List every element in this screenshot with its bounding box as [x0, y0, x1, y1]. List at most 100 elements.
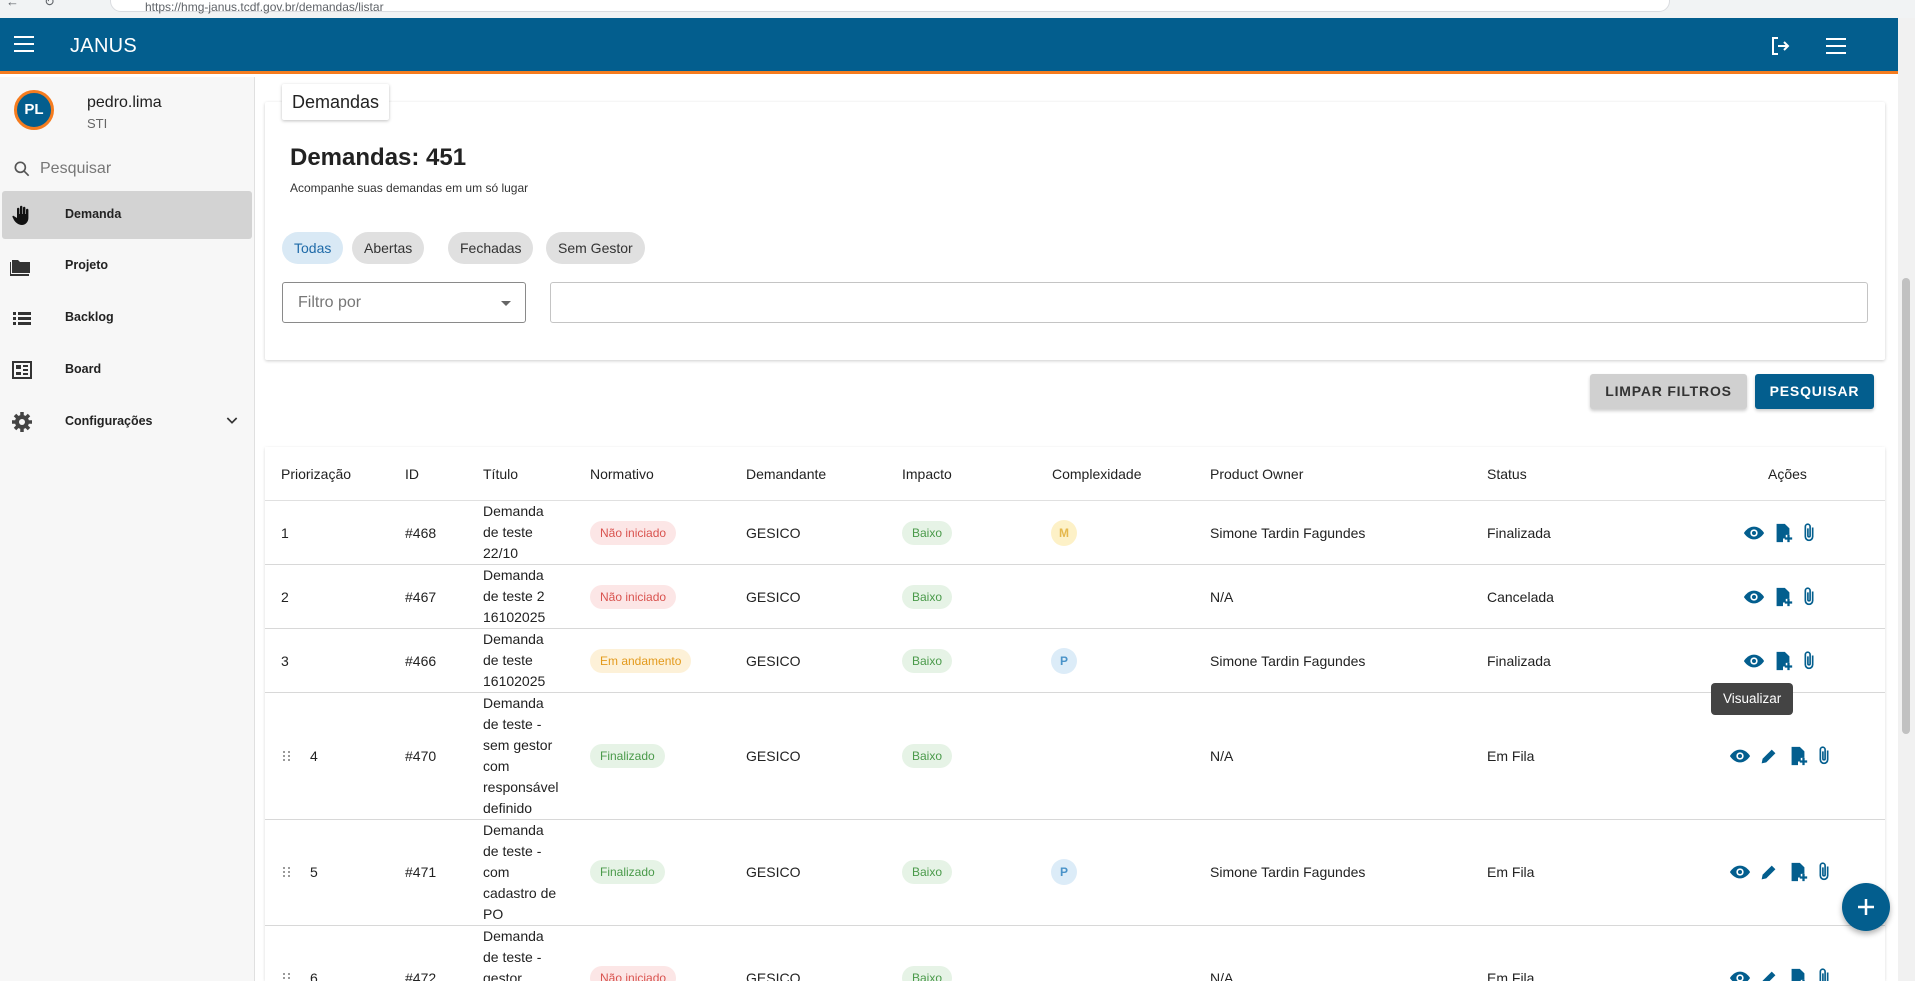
board-icon [12, 361, 32, 379]
attachment-icon[interactable] [1798, 650, 1820, 672]
search-input[interactable] [40, 155, 240, 183]
page-scrollbar[interactable] [1898, 18, 1915, 981]
column-header[interactable]: Impacto [902, 466, 952, 482]
filter-select-placeholder: Filtro por [298, 294, 362, 311]
table-row[interactable]: 1 #468 Demanda de teste 22/10 Não inicia… [265, 501, 1885, 565]
chip-abertas[interactable]: Abertas [352, 232, 425, 264]
drag-handle-icon[interactable] [283, 973, 293, 981]
cell-product-owner: N/A [1210, 589, 1234, 605]
impacto-badge: Baixo [902, 585, 953, 609]
cell-title: Demanda de teste 22/10 [483, 503, 544, 561]
cell-demandante: GESICO [746, 970, 801, 981]
column-header[interactable]: Product Owner [1210, 466, 1303, 482]
add-note-icon[interactable] [1787, 745, 1809, 767]
column-header[interactable]: Normativo [590, 466, 654, 482]
column-header[interactable]: Priorização [281, 466, 351, 482]
app-title: JANUS [70, 35, 138, 57]
view-icon[interactable] [1743, 586, 1765, 608]
menu-icon[interactable] [14, 36, 40, 56]
view-icon[interactable] [1729, 967, 1751, 981]
drag-handle-icon[interactable] [283, 867, 293, 879]
drag-handle-icon[interactable] [283, 751, 293, 763]
cell-id: #472 [405, 970, 437, 981]
cell-product-owner: Simone Tardin Fagundes [1210, 864, 1366, 880]
search-button[interactable]: PESQUISAR [1755, 374, 1874, 409]
add-note-icon[interactable] [1787, 861, 1809, 883]
cell-demandante: GESICO [746, 525, 801, 541]
attachment-icon[interactable] [1813, 861, 1835, 883]
chip-todas[interactable]: Todas [282, 232, 344, 264]
column-header: Ações [1768, 466, 1807, 482]
back-icon[interactable]: ← [6, 0, 19, 9]
impacto-badge: Baixo [902, 744, 953, 768]
table-row[interactable]: 3 #466 Demanda de teste 16102025 Em anda… [265, 629, 1885, 693]
sidebar-item-demanda[interactable]: Demanda [2, 191, 252, 239]
add-note-icon[interactable] [1772, 650, 1794, 672]
avatar[interactable]: PL [14, 90, 54, 130]
impacto-badge: Baixo [902, 521, 953, 545]
more-menu-icon[interactable] [1826, 38, 1850, 58]
cell-title: Demanda de teste - com cadastro de PO [483, 822, 557, 922]
browser-toolbar: ← ↻ https://hmg-janus.tcdf.gov.br/demand… [0, 0, 1915, 18]
view-icon[interactable] [1729, 861, 1751, 883]
attachment-icon[interactable] [1813, 967, 1835, 981]
cell-id: #467 [405, 589, 437, 605]
cell-demandante: GESICO [746, 864, 801, 880]
plus-icon [1858, 899, 1874, 915]
filter-select[interactable]: Filtro por [282, 282, 526, 323]
attachment-icon[interactable] [1813, 745, 1835, 767]
edit-icon[interactable] [1758, 861, 1780, 883]
scrollbar-thumb[interactable] [1902, 278, 1910, 734]
column-header[interactable]: Título [483, 466, 518, 482]
normativo-badge: Não iniciado [590, 585, 677, 609]
edit-icon[interactable] [1758, 967, 1780, 981]
reload-icon[interactable]: ↻ [44, 0, 55, 10]
filter-text-input[interactable] [550, 282, 1868, 323]
edit-icon[interactable] [1758, 745, 1780, 767]
column-header[interactable]: Demandante [746, 466, 826, 482]
attachment-icon[interactable] [1798, 522, 1820, 544]
sidebar-item-label: Backlog [65, 310, 114, 324]
table-row[interactable]: 2 #467 Demanda de teste 2 16102025 Não i… [265, 565, 1885, 629]
chevron-down-icon[interactable] [224, 412, 240, 428]
column-header[interactable]: Status [1487, 466, 1527, 482]
search-icon [14, 161, 30, 177]
column-header[interactable]: Complexidade [1052, 466, 1142, 482]
cell-title: Demanda de teste - sem gestor com respon… [483, 695, 559, 816]
attachment-icon[interactable] [1798, 586, 1820, 608]
add-note-icon[interactable] [1772, 522, 1794, 544]
sidebar-item-board[interactable]: Board [0, 346, 253, 394]
add-note-icon[interactable] [1787, 967, 1809, 981]
table-row[interactable]: 6 #472 Demanda de teste - gestor Não ini… [265, 926, 1885, 981]
chip-fechadas[interactable]: Fechadas [448, 232, 534, 264]
sidebar: PL pedro.lima STI Demanda Projeto Backlo… [0, 77, 255, 981]
cell-prio: 6 [310, 970, 318, 981]
logout-icon[interactable] [1768, 34, 1792, 58]
table-row[interactable]: 4 #470 Demanda de teste - sem gestor com… [265, 693, 1885, 820]
normativo-badge: Finalizado [590, 744, 665, 768]
cell-prio: 2 [281, 589, 289, 605]
cell-prio: 5 [310, 864, 318, 880]
add-demand-button[interactable] [1842, 883, 1890, 931]
column-header[interactable]: ID [405, 466, 419, 482]
sidebar-item-projeto[interactable]: Projeto [0, 242, 253, 290]
app-bar: JANUS [0, 18, 1898, 74]
sidebar-item-configuracoes[interactable]: Configurações [0, 398, 253, 446]
gear-icon [12, 412, 32, 432]
add-note-icon[interactable] [1772, 586, 1794, 608]
cell-prio: 3 [281, 653, 289, 669]
chip-sem-gestor[interactable]: Sem Gestor [546, 232, 645, 264]
clear-filters-button[interactable]: LIMPAR FILTROS [1590, 374, 1747, 409]
view-icon[interactable] [1743, 522, 1765, 544]
demandas-card: Demandas: 451 Acompanhe suas demandas em… [265, 102, 1885, 360]
sidebar-item-backlog[interactable]: Backlog [0, 294, 253, 342]
user-dept: STI [87, 116, 108, 131]
sidebar-item-label: Board [65, 362, 102, 376]
table-row[interactable]: 5 #471 Demanda de teste - com cadastro d… [265, 820, 1885, 926]
cell-status: Em Fila [1487, 864, 1535, 880]
view-icon[interactable] [1743, 650, 1765, 672]
address-bar[interactable]: https://hmg-janus.tcdf.gov.br/demandas/l… [110, 0, 1670, 14]
cell-demandante: GESICO [746, 653, 801, 669]
view-icon[interactable] [1729, 745, 1751, 767]
hand-icon [12, 205, 29, 225]
